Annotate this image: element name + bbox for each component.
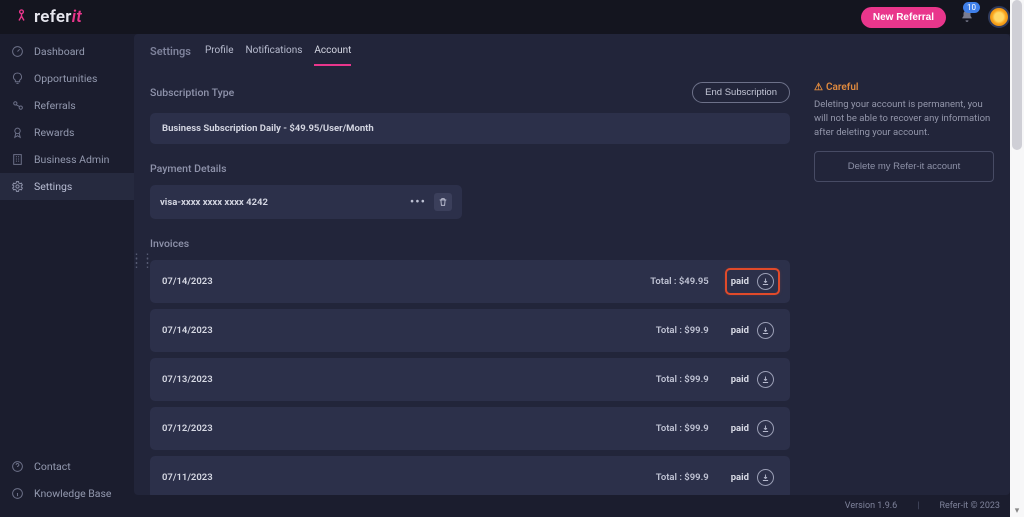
invoice-status: paid <box>731 325 749 336</box>
info-icon <box>10 487 25 500</box>
invoice-list: 07/14/2023 Total : $49.95 paid 07/14/2023 To… <box>150 260 790 495</box>
app-header: referit New Referral 10 <box>0 0 1024 34</box>
invoice-total: Total : $99.9 <box>656 423 709 434</box>
building-icon <box>10 153 25 166</box>
invoice-row: 07/13/2023 Total : $99.9 paid <box>150 358 790 401</box>
subscription-section-label: Subscription Type <box>150 86 234 99</box>
invoice-date: 07/13/2023 <box>162 374 213 385</box>
invoice-row: 07/11/2023 Total : $99.9 paid <box>150 456 790 495</box>
danger-body: Deleting your account is permanent, you … <box>814 98 994 139</box>
payment-section-label: Payment Details <box>150 162 790 175</box>
invoice-total: Total : $99.9 <box>656 325 709 336</box>
sidebar-item-label: Settings <box>34 180 72 193</box>
tab-profile[interactable]: Profile <box>205 45 234 66</box>
invoice-download-button[interactable] <box>757 273 774 290</box>
badge-icon <box>10 126 25 139</box>
sidebar-item-contact[interactable]: Contact <box>0 453 134 480</box>
invoice-download-button[interactable] <box>757 322 774 339</box>
sidebar-item-knowledge-base[interactable]: Knowledge Base <box>0 480 134 507</box>
invoice-status-group: paid <box>727 417 778 440</box>
footer-version: Version 1.9.6 <box>845 501 897 511</box>
invoice-date: 07/12/2023 <box>162 423 213 434</box>
page-title: Settings <box>150 45 191 66</box>
sidebar-item-business-admin[interactable]: Business Admin <box>0 146 134 173</box>
sidebar-item-rewards[interactable]: Rewards <box>0 119 134 146</box>
payment-edit-button[interactable]: ••• <box>410 195 426 210</box>
invoice-date: 07/11/2023 <box>162 472 213 483</box>
invoice-row: 07/12/2023 Total : $99.9 paid <box>150 407 790 450</box>
invoice-total: Total : $99.9 <box>656 472 709 483</box>
sidebar-item-label: Knowledge Base <box>34 487 112 500</box>
notification-count-badge: 10 <box>963 2 980 13</box>
payment-card-box: visa-xxxx xxxx xxxx 4242 ••• <box>150 185 462 219</box>
invoice-status: paid <box>731 276 749 287</box>
invoice-date: 07/14/2023 <box>162 325 213 336</box>
sidebar-top-list: Dashboard Opportunities Referrals Reward… <box>0 38 134 200</box>
warning-icon: ⚠ <box>814 82 823 93</box>
window-scrollbar[interactable]: ▴ ▾ <box>1010 0 1024 517</box>
invoice-row: 07/14/2023 Total : $99.9 paid <box>150 309 790 352</box>
main-panel: Settings Profile Notifications Account ⋮… <box>134 34 1010 495</box>
invoice-status: paid <box>731 374 749 385</box>
delete-account-button[interactable]: Delete my Refer-it account <box>814 151 994 182</box>
invoice-status-group: paid <box>727 466 778 489</box>
invoice-status-group: paid <box>727 319 778 342</box>
brand-glyph-icon <box>14 8 29 27</box>
payment-delete-button[interactable] <box>434 193 452 211</box>
invoice-status: paid <box>731 423 749 434</box>
scroll-thumb[interactable] <box>1012 0 1022 150</box>
sidebar-item-dashboard[interactable]: Dashboard <box>0 38 134 65</box>
invoice-download-button[interactable] <box>757 469 774 486</box>
avatar[interactable] <box>988 6 1010 28</box>
end-subscription-button[interactable]: End Subscription <box>692 82 790 103</box>
invoices-section-label: Invoices <box>150 237 790 250</box>
subscription-plan-text: Business Subscription Daily - $49.95/Use… <box>162 123 778 134</box>
gear-icon <box>10 180 25 193</box>
lightbulb-icon <box>10 72 25 85</box>
gauge-icon <box>10 45 25 58</box>
sidebar: Dashboard Opportunities Referrals Reward… <box>0 34 134 517</box>
invoice-total: Total : $99.9 <box>656 374 709 385</box>
danger-title: ⚠ Careful <box>814 82 994 93</box>
sidebar-item-label: Rewards <box>34 126 74 139</box>
invoice-date: 07/14/2023 <box>162 276 213 287</box>
invoice-download-button[interactable] <box>757 420 774 437</box>
tab-notifications[interactable]: Notifications <box>246 45 303 66</box>
new-referral-button[interactable]: New Referral <box>861 7 946 28</box>
drag-handle-icon[interactable]: ⋮⋮⋮⋮ <box>134 258 152 266</box>
sidebar-item-label: Referrals <box>34 99 76 112</box>
brand-text: referit <box>34 7 82 27</box>
people-arrow-icon <box>10 99 25 112</box>
brand-logo: referit <box>14 7 82 27</box>
invoice-row: 07/14/2023 Total : $49.95 paid <box>150 260 790 303</box>
sidebar-bottom-list: Contact Knowledge Base <box>0 453 134 517</box>
tab-account[interactable]: Account <box>314 45 351 66</box>
bell-icon <box>960 11 974 27</box>
footer: Version 1.9.6 | Refer-it © 2023 <box>134 495 1024 517</box>
subscription-plan-box: Business Subscription Daily - $49.95/Use… <box>150 113 790 144</box>
footer-separator: | <box>917 501 919 511</box>
payment-card-text: visa-xxxx xxxx xxxx 4242 <box>160 197 268 208</box>
scroll-down-icon[interactable]: ▾ <box>1010 506 1024 516</box>
sidebar-item-referrals[interactable]: Referrals <box>0 92 134 119</box>
sidebar-item-label: Contact <box>34 460 71 473</box>
sidebar-item-opportunities[interactable]: Opportunities <box>0 65 134 92</box>
invoice-download-button[interactable] <box>757 371 774 388</box>
help-icon <box>10 460 25 473</box>
invoice-status: paid <box>731 472 749 483</box>
footer-copyright: Refer-it © 2023 <box>939 501 1000 511</box>
invoice-status-group: paid <box>727 270 778 293</box>
sidebar-item-label: Dashboard <box>34 45 85 58</box>
invoice-total: Total : $49.95 <box>650 276 708 287</box>
settings-tabs: Profile Notifications Account <box>205 45 351 66</box>
sidebar-item-label: Opportunities <box>34 72 97 85</box>
sidebar-item-settings[interactable]: Settings <box>0 173 134 200</box>
invoice-status-group: paid <box>727 368 778 391</box>
sidebar-item-label: Business Admin <box>34 153 109 166</box>
notifications-button[interactable]: 10 <box>960 8 974 27</box>
